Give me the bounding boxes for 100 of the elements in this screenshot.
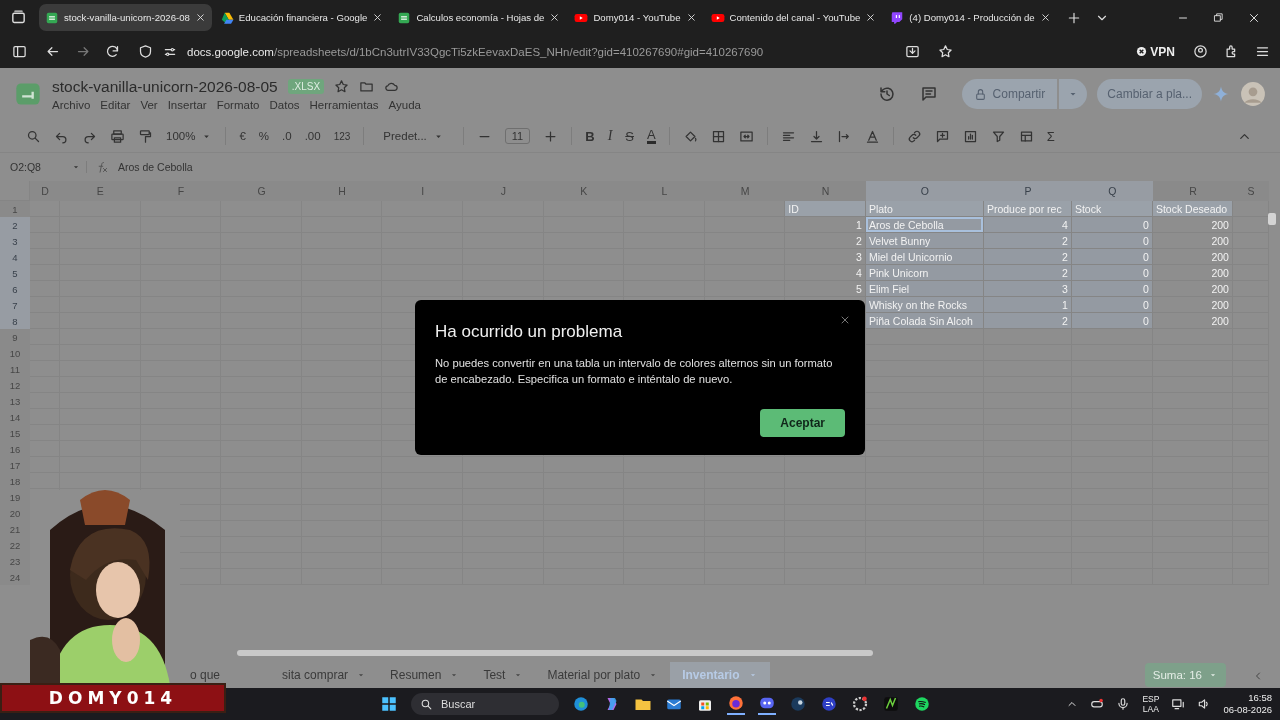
column-header[interactable]: O	[865, 181, 984, 201]
menu-item[interactable]: Insertar	[167, 98, 207, 111]
row-header[interactable]: 6	[0, 281, 30, 297]
column-header[interactable]: H	[301, 181, 383, 201]
graph-tool-icon[interactable]	[882, 695, 900, 713]
sheet-tab[interactable]: Material por plato	[535, 662, 671, 688]
link-icon[interactable]	[906, 128, 922, 144]
strikethrough-button[interactable]: S	[625, 128, 634, 144]
column-header[interactable]: E	[60, 181, 141, 201]
row-header[interactable]: 8	[0, 313, 30, 329]
close-icon[interactable]	[685, 12, 697, 23]
restore-icon[interactable]	[1213, 12, 1224, 23]
music-app-icon[interactable]	[913, 695, 931, 713]
row-header[interactable]: 21	[0, 521, 30, 537]
zoom-dropdown[interactable]: 100%	[166, 130, 213, 142]
vertical-align-icon[interactable]	[808, 128, 824, 144]
browser-swirl-icon[interactable]	[572, 695, 590, 713]
column-header[interactable]: N	[785, 181, 866, 201]
browser-tab[interactable]: stock-vanilla-unicorn-2026-08	[39, 4, 212, 31]
vpn-badge[interactable]: VPN	[1136, 44, 1175, 59]
close-icon[interactable]	[865, 12, 877, 23]
percent-format-button[interactable]: %	[258, 130, 270, 142]
functions-button[interactable]: Σ	[1046, 128, 1055, 144]
row-header[interactable]: 18	[0, 473, 30, 489]
taskbar-search-field[interactable]: Buscar	[411, 693, 559, 715]
currency-format-button[interactable]: €	[239, 130, 246, 142]
bold-button[interactable]: B	[585, 128, 595, 144]
decrease-decimals-button[interactable]: .0	[282, 130, 292, 142]
row-header[interactable]: 13	[0, 393, 30, 409]
close-icon[interactable]	[1248, 11, 1260, 24]
monitor-icon[interactable]	[1171, 697, 1186, 711]
forward-arrow-icon[interactable]	[76, 44, 91, 59]
add-comment-icon[interactable]	[934, 128, 950, 144]
document-title[interactable]: stock-vanilla-unicorn-2026-08-05	[52, 77, 278, 96]
text-color-button[interactable]: A	[646, 128, 656, 144]
close-icon[interactable]	[372, 12, 384, 23]
back-arrow-icon[interactable]	[45, 44, 60, 59]
browser-tab[interactable]: Domy014 - YouTube	[568, 4, 703, 31]
increase-decimals-button[interactable]: .00	[304, 130, 321, 142]
horizontal-scrollbar[interactable]	[237, 650, 873, 656]
menu-item[interactable]: Ayuda	[388, 98, 421, 111]
history-icon[interactable]	[877, 85, 896, 103]
row-header[interactable]: 2	[0, 217, 30, 233]
menu-item[interactable]: Ver	[140, 98, 158, 111]
star-icon[interactable]	[938, 44, 953, 59]
column-header[interactable]: Q	[1071, 181, 1153, 201]
sheet-tab[interactable]: Test	[471, 662, 536, 688]
sum-indicator[interactable]: Suma: 16	[1144, 663, 1226, 687]
italic-button[interactable]: I	[607, 128, 613, 144]
formula-input[interactable]: Aros de Cebolla	[118, 161, 193, 173]
column-header[interactable]: K	[543, 181, 625, 201]
reload-icon[interactable]	[105, 44, 120, 59]
sheet-tab[interactable]: Resumen	[378, 662, 472, 688]
column-header[interactable]: J	[462, 181, 544, 201]
download-icon[interactable]	[905, 44, 920, 59]
row-header[interactable]: 12	[0, 377, 30, 393]
paint-bucket-icon[interactable]	[682, 128, 698, 144]
controller-icon[interactable]	[1090, 697, 1105, 711]
text-rotation-icon[interactable]	[864, 128, 880, 144]
star-icon[interactable]	[334, 79, 350, 94]
number-format-button[interactable]: 123	[333, 130, 351, 142]
menu-item[interactable]: Formato	[216, 98, 260, 111]
row-header[interactable]: 3	[0, 233, 30, 249]
keyboard-language[interactable]: ESP LAA	[1142, 694, 1160, 714]
column-header[interactable]: F	[140, 181, 222, 201]
column-header[interactable]: R	[1152, 181, 1233, 201]
menu-item[interactable]: Datos	[269, 98, 300, 111]
font-dropdown[interactable]: Predet...	[383, 130, 444, 142]
column-header[interactable]: M	[704, 181, 786, 201]
row-header[interactable]: 22	[0, 537, 30, 553]
menu-item[interactable]: Herramientas	[309, 98, 379, 111]
row-header[interactable]: 14	[0, 409, 30, 425]
table-icon[interactable]	[1018, 128, 1034, 144]
switch-mode-button[interactable]: Cambiar a pla...	[1097, 79, 1202, 109]
row-header[interactable]: 10	[0, 345, 30, 361]
browser-tab[interactable]: (4) Domy014 - Producción de	[884, 4, 1057, 31]
share-button[interactable]: Compartir	[961, 79, 1058, 109]
row-header[interactable]: 11	[0, 361, 30, 377]
menu-item[interactable]: Editar	[100, 98, 131, 111]
column-header[interactable]: G	[221, 181, 302, 201]
row-header[interactable]: 24	[0, 569, 30, 585]
row-header[interactable]: 19	[0, 489, 30, 505]
row-header[interactable]: 5	[0, 265, 30, 281]
windows-logo-icon[interactable]	[380, 695, 398, 713]
column-header[interactable]: L	[624, 181, 705, 201]
row-header[interactable]: 15	[0, 425, 30, 441]
column-header[interactable]: D	[30, 181, 60, 201]
browser-tab[interactable]: Contenido del canal - YouTube	[704, 4, 883, 31]
plus-icon[interactable]	[543, 128, 559, 144]
menu-icon[interactable]	[1255, 44, 1270, 59]
game-launcher-icon[interactable]	[820, 695, 838, 713]
row-header[interactable]: 7	[0, 297, 30, 313]
account-icon[interactable]	[1193, 44, 1208, 59]
row-header[interactable]: 20	[0, 505, 30, 521]
column-header[interactable]: S	[1232, 181, 1269, 201]
fox-browser-icon[interactable]	[727, 693, 745, 715]
printer-icon[interactable]	[110, 128, 125, 144]
address-bar[interactable]: docs.google.com/spreadsheets/d/1bCn3utrIV33QgcTi5zkEevaxDaES_NHn/edit?gid=410267690#gid=410267690	[187, 45, 764, 58]
close-icon[interactable]	[194, 12, 206, 23]
row-header[interactable]: 4	[0, 249, 30, 265]
